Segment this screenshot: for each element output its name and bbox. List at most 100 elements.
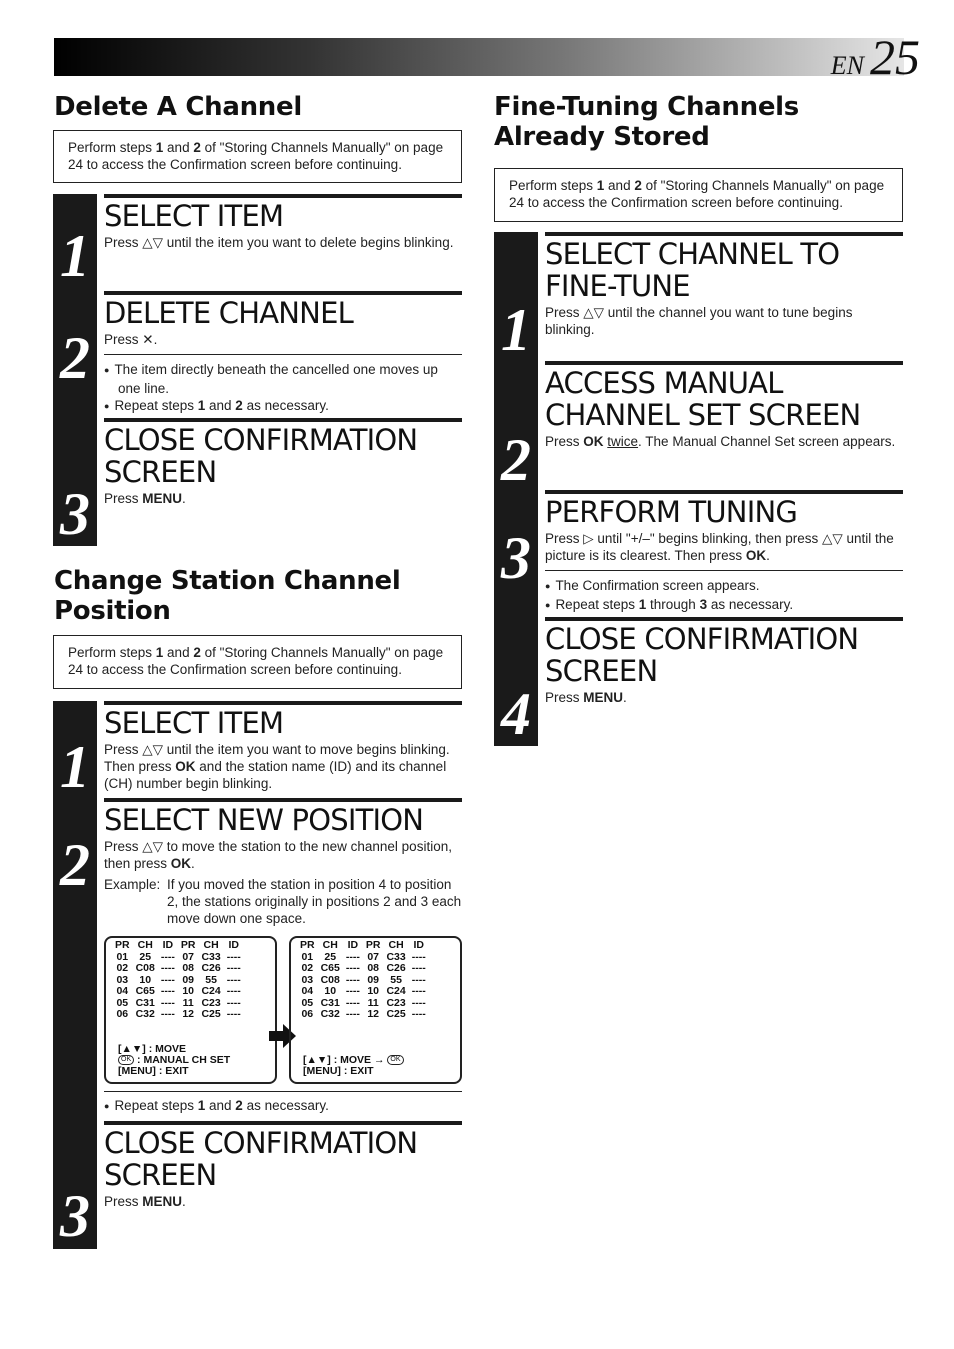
bullet-item: The Confirmation screen appears.	[545, 577, 903, 596]
example-label: Example:	[104, 877, 161, 892]
table-cell: ----	[345, 962, 360, 974]
step-heading: ACCESS MANUAL CHANNEL SET SCREEN	[545, 366, 861, 432]
table-cell: C32	[320, 1008, 340, 1020]
table-header-row: PR CH ID PR CH ID	[112, 939, 244, 952]
column-header: CH	[322, 939, 338, 951]
step-heading: SELECT ITEM	[104, 199, 284, 233]
table-cell: ----	[160, 1008, 175, 1020]
section-title-fine-tuning: Fine-Tuning Channels Already Stored	[494, 92, 799, 152]
step-select-channel: SELECT CHANNEL TO FINE-TUNE Press △▽ unti…	[545, 232, 903, 338]
step-number: 1	[60, 223, 90, 289]
table-cell: 12	[367, 1008, 379, 1020]
table-cell: 06	[301, 1008, 314, 1020]
table-cell: ----	[226, 985, 241, 997]
column-header: ID	[347, 939, 359, 951]
step-instruction: Press △▽ until the channel you want to t…	[545, 305, 853, 337]
ok-button-icon: OK	[387, 1055, 404, 1066]
example: Example: If you moved the station in pos…	[104, 876, 462, 927]
osd-screen-before: PR CH ID PR CH ID 01 25 ---- 07 C33 ---- 02 C08 ---- 0…	[104, 936, 277, 1084]
step-rule	[104, 194, 462, 198]
step-select-new-position: SELECT NEW POSITION Press △▽ to move the…	[104, 798, 462, 927]
bullet-item: Repeat steps 1 and 2 as necessary.	[104, 397, 462, 416]
step-heading: CLOSE CONFIRMATION SCREEN	[104, 423, 418, 489]
table-cell: C65	[320, 962, 340, 974]
step-close-confirmation: CLOSE CONFIRMATION SCREEN Press MENU.	[104, 418, 462, 507]
step-close-confirmation: CLOSE CONFIRMATION SCREEN Press MENU.	[545, 617, 903, 706]
step-2-repeat: Repeat steps 1 and 2 as necessary.	[104, 1091, 462, 1116]
table-cell: ----	[160, 962, 175, 974]
step-heading: PERFORM TUNING	[545, 495, 798, 529]
table-row: 06 C32 ---- 12 C25 ----	[112, 1008, 244, 1021]
table-row: 01 25 ---- 07 C33 ----	[112, 951, 244, 964]
step-rule	[104, 798, 462, 802]
osd-legend-exit: [MENU] : EXIT	[118, 1065, 189, 1077]
table-cell: 10	[182, 985, 194, 997]
cancel-key-icon: ✕	[142, 332, 154, 347]
table-cell: C65	[135, 985, 155, 997]
table-row: 04 C65 ---- 10 C24 ----	[112, 985, 244, 998]
step-rule	[104, 291, 462, 295]
step-instruction: Press ✕.	[104, 332, 158, 347]
step-number: 2	[60, 832, 90, 898]
table-cell: ----	[411, 1008, 426, 1020]
section-title-delete-channel: Delete A Channel	[54, 92, 302, 122]
step-number: 4	[501, 681, 531, 747]
table-cell: ----	[226, 1008, 241, 1020]
column-header: ID	[413, 939, 424, 951]
step-rule	[545, 617, 903, 621]
table-cell: C25	[201, 1008, 221, 1020]
step-number: 1	[60, 734, 90, 800]
column-header: PR	[180, 939, 196, 951]
table-cell: 10	[367, 985, 379, 997]
prerequisite-note: Perform steps 1 and 2 of "Storing Channe…	[53, 635, 462, 689]
table-cell: ----	[411, 985, 426, 997]
column-header: PR	[115, 939, 130, 951]
table-cell: 12	[182, 1008, 194, 1020]
table-cell: ----	[411, 962, 426, 974]
table-cell: ----	[226, 962, 241, 974]
page-number: EN 25	[831, 28, 920, 86]
table-cell: C25	[386, 1008, 406, 1020]
table-cell: 02	[301, 962, 314, 974]
channel-table: PR CH ID PR CH ID 01 25 ---- 07 C33 ---- 02 C08 ---- 0…	[112, 939, 244, 1021]
example-text: If you moved the station in position 4 t…	[167, 877, 462, 926]
table-cell: 04	[116, 985, 129, 997]
step-number: 3	[60, 1183, 90, 1249]
column-header: CH	[203, 939, 219, 951]
step-instruction: Press △▽ until the item you want to dele…	[104, 235, 454, 250]
step-heading: SELECT ITEM	[104, 706, 284, 740]
step-number: 3	[501, 525, 531, 591]
prerequisite-note: Perform steps 1 and 2 of "Storing Channe…	[53, 130, 462, 183]
column-header: CH	[137, 939, 153, 951]
step-heading: SELECT CHANNEL TO FINE-TUNE	[545, 237, 840, 303]
column-header: PR	[300, 939, 315, 951]
table-cell: C24	[201, 985, 221, 997]
step-rule	[545, 490, 903, 494]
step-instruction: Press △▽ to move the station to the new …	[104, 839, 452, 871]
step-heading: DELETE CHANNEL	[104, 296, 354, 330]
table-cell: ----	[160, 985, 175, 997]
column-header: CH	[388, 939, 404, 951]
step-instruction: Press MENU.	[104, 1194, 186, 1209]
step-number: 2	[60, 325, 90, 391]
divider	[545, 570, 903, 571]
osd-legend-exit: [MENU] : EXIT	[303, 1065, 374, 1077]
step-rule	[545, 361, 903, 365]
table-cell: 06	[116, 1008, 129, 1020]
step-instruction: Press MENU.	[545, 690, 627, 705]
step-access-manual-set: ACCESS MANUAL CHANNEL SET SCREEN Press OK…	[545, 361, 903, 450]
ok-button-icon: OK	[118, 1055, 135, 1066]
bullet-item: Repeat steps 1 and 2 as necessary.	[104, 1097, 462, 1116]
table-row: 05 C31 ---- 11 C23 ----	[297, 997, 429, 1010]
table-cell: C32	[135, 1008, 155, 1020]
table-row: 05 C31 ---- 11 C23 ----	[112, 997, 244, 1010]
delete-channel-steps: 1 2 3 SELECT ITEM Press △▽ until the ite…	[53, 194, 462, 546]
table-cell: ----	[345, 1008, 360, 1020]
step-rule	[104, 1121, 462, 1125]
column-header: ID	[162, 939, 174, 951]
step-rule	[545, 232, 903, 236]
table-cell: 02	[116, 962, 129, 974]
step-heading: CLOSE CONFIRMATION SCREEN	[545, 622, 859, 688]
table-row: 02 C08 ---- 08 C26 ----	[112, 962, 244, 975]
table-cell: C26	[386, 962, 406, 974]
